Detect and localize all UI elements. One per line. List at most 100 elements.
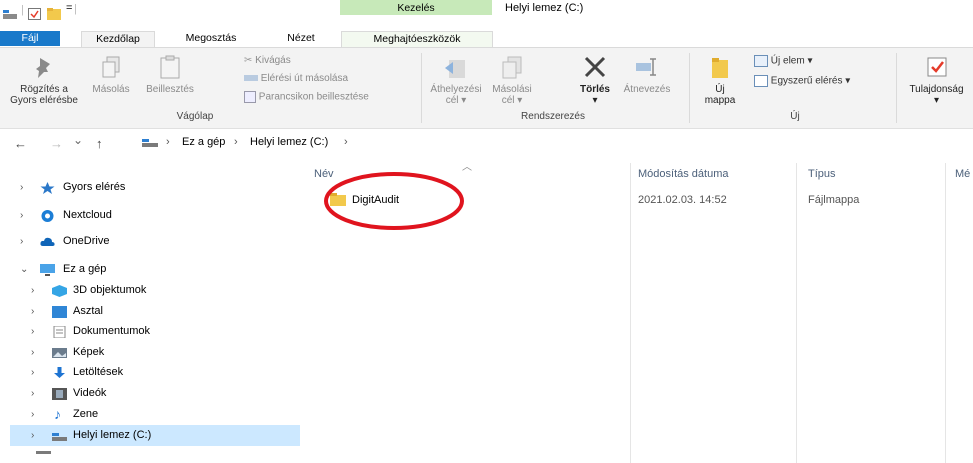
easy-access-button[interactable]: Egyszerű elérés ▾ — [754, 75, 850, 87]
expand-chevron-icon[interactable]: › — [31, 301, 34, 322]
new-folder-button[interactable]: Új mappa — [698, 54, 742, 106]
copy-path-button[interactable]: Elérési út másolása — [244, 73, 348, 84]
new-folder-quick-icon[interactable] — [47, 8, 61, 20]
star-icon — [40, 182, 55, 194]
tab-home[interactable]: Kezdőlap — [81, 31, 155, 47]
delete-dropdown-icon[interactable]: ▾ — [574, 95, 616, 106]
new-item-label: Új elem ▾ — [770, 55, 813, 67]
forward-button[interactable]: → — [50, 136, 63, 151]
new-folder-label-1: Új — [715, 84, 725, 95]
address-bar[interactable]: › Ez a gép › Helyi lemez (C:) › — [142, 132, 612, 152]
nav-label: Zene — [73, 408, 99, 420]
drive-icon — [52, 433, 67, 441]
tab-file[interactable]: Fájl — [0, 31, 60, 46]
column-header-modified[interactable]: Módosítás dátuma — [638, 168, 729, 180]
expand-chevron-icon[interactable]: › — [31, 404, 34, 425]
expand-chevron-icon[interactable]: › — [31, 321, 34, 342]
nav-label: Nextcloud — [63, 209, 112, 221]
collapse-chevron-icon[interactable]: ⌄ — [20, 259, 28, 280]
nav-label: Gyors elérés — [63, 181, 126, 193]
new-folder-label-2: mappa — [704, 95, 736, 106]
quick-access-toolbar-dropdown-icon[interactable]: = — [66, 2, 72, 14]
nav-label: Letöltések — [73, 366, 124, 378]
nav-item-this-pc[interactable]: ⌄ Ez a gép — [0, 259, 300, 280]
nav-item-downloads[interactable]: › Letöltések — [0, 362, 300, 383]
nav-item-local-disk[interactable]: › Helyi lemez (C:) — [10, 425, 300, 446]
expand-chevron-icon[interactable]: › — [20, 205, 23, 226]
group-separator — [896, 53, 897, 123]
rename-icon — [636, 58, 656, 76]
divider: | — [21, 4, 24, 16]
easy-access-icon — [754, 75, 768, 87]
breadcrumb-local-disk[interactable]: Helyi lemez (C:) — [250, 132, 328, 152]
delete-button[interactable]: Törlés ▾ — [574, 54, 616, 106]
drive-icon — [142, 139, 158, 147]
shortcut-icon — [244, 91, 256, 103]
contextual-tab-group-label: Kezelés — [397, 2, 435, 14]
back-button[interactable]: ← — [14, 136, 27, 151]
nav-label: Dokumentumok — [73, 325, 151, 337]
properties-dropdown-icon[interactable]: ▾ — [900, 95, 973, 106]
tab-share[interactable]: Megosztás — [180, 31, 242, 46]
expand-chevron-icon[interactable]: › — [31, 425, 34, 446]
properties-label: Tulajdonság — [909, 84, 964, 95]
nav-item-nextcloud[interactable]: › Nextcloud — [0, 205, 300, 226]
group-label-organize: Rendszerezés — [521, 111, 585, 122]
cut-button[interactable]: ✂ Kivágás — [244, 55, 291, 66]
nav-label: Ez a gép — [63, 263, 107, 275]
copy-to-icon — [502, 56, 522, 79]
nav-label: Képek — [73, 346, 105, 358]
breadcrumb-separator[interactable]: › — [234, 132, 238, 152]
copy-icon — [102, 56, 120, 78]
copy-button[interactable]: Másolás — [86, 54, 136, 95]
column-header-size[interactable]: Mé — [955, 168, 970, 180]
file-modified: 2021.02.03. 14:52 — [638, 194, 727, 206]
expand-chevron-icon[interactable]: › — [31, 362, 34, 383]
breadcrumb-separator[interactable]: › — [166, 132, 170, 152]
expand-chevron-icon[interactable]: › — [20, 231, 23, 252]
nav-item-desktop[interactable]: › Asztal — [0, 301, 300, 322]
desktop-icon — [52, 306, 67, 318]
up-button[interactable]: ↑ — [96, 136, 103, 151]
paste-button[interactable]: Beillesztés — [140, 54, 200, 95]
nav-label: Videók — [73, 387, 107, 399]
expand-chevron-icon[interactable]: › — [31, 280, 34, 301]
new-item-button[interactable]: Új elem ▾ — [754, 55, 812, 67]
move-to-label-2: cél ▾ — [445, 95, 467, 106]
pin-to-quick-access-button[interactable]: Rögzítés a Gyors elérésbe — [8, 54, 80, 106]
move-to-button[interactable]: Áthelyezési cél ▾ — [428, 54, 484, 106]
properties-quick-icon[interactable] — [28, 8, 41, 20]
nav-item-pictures[interactable]: › Képek — [0, 342, 300, 363]
nav-item-3d-objects[interactable]: › 3D objektumok — [0, 280, 300, 301]
breadcrumb-separator[interactable]: › — [344, 132, 348, 152]
nav-item-onedrive[interactable]: › OneDrive — [0, 231, 300, 252]
paste-icon — [160, 55, 180, 79]
paste-shortcut-button[interactable]: Parancsikon beillesztése — [244, 91, 369, 103]
download-arrow-icon — [54, 367, 65, 378]
drive-icon — [3, 10, 17, 19]
column-header-type[interactable]: Típus — [808, 168, 836, 180]
divider: | — [74, 3, 77, 15]
new-item-icon — [754, 55, 768, 67]
expand-chevron-icon[interactable]: › — [31, 342, 34, 363]
group-separator — [421, 53, 422, 123]
nav-item-quick-access[interactable]: › Gyors elérés — [0, 177, 300, 198]
copy-to-button[interactable]: Másolási cél ▾ — [486, 54, 538, 106]
nav-item-documents[interactable]: › Dokumentumok — [0, 321, 300, 342]
nav-item-videos[interactable]: › Videók — [0, 383, 300, 404]
expand-chevron-icon[interactable]: › — [31, 383, 34, 404]
document-icon — [53, 326, 66, 338]
tab-drive-tools[interactable]: Meghajtóeszközök — [341, 31, 493, 47]
group-separator — [689, 53, 690, 123]
new-folder-icon — [712, 58, 728, 78]
expand-chevron-icon[interactable]: › — [20, 177, 23, 198]
rename-button[interactable]: Átnevezés — [620, 54, 674, 95]
monitor-icon — [40, 264, 55, 276]
breadcrumb-this-pc[interactable]: Ez a gép — [182, 132, 225, 152]
file-type: Fájlmappa — [808, 194, 860, 206]
cloud-icon — [40, 237, 55, 246]
recent-locations-button[interactable]: ⌄ — [73, 133, 83, 147]
nav-item-music[interactable]: › ♪ Zene — [0, 404, 300, 425]
properties-button[interactable]: Tulajdonság ▾ — [900, 54, 973, 106]
tab-view[interactable]: Nézet — [281, 31, 321, 46]
